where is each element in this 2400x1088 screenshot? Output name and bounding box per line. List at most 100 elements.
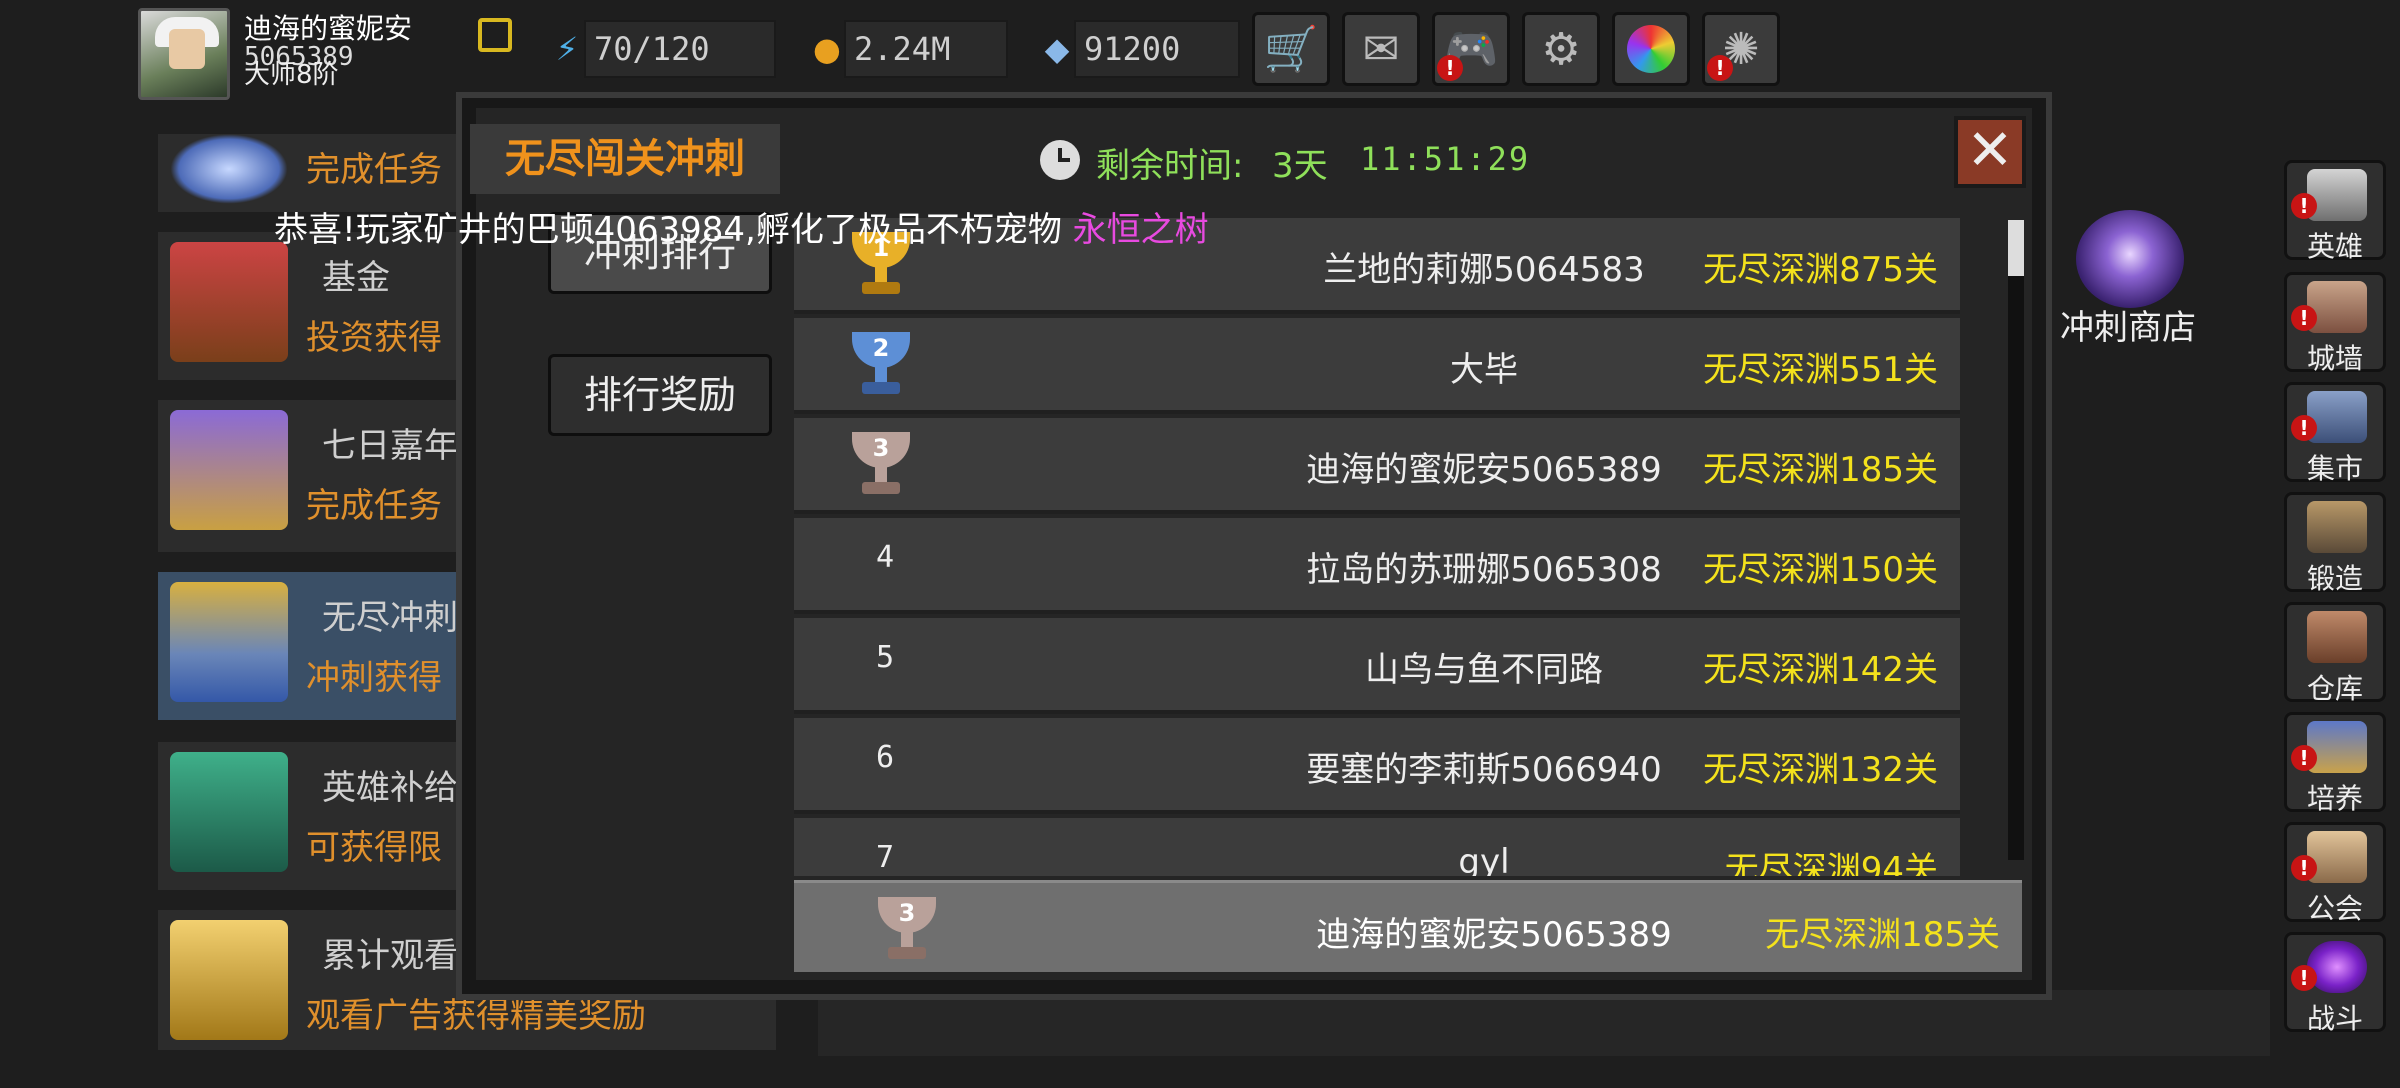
energy-value: 70/120 [594,30,710,68]
timer-label: 剩余时间: [1096,146,1244,186]
score-cell: 无尽深渊185关 [1703,450,1938,490]
rank-number: 4 [875,540,895,575]
silver-trophy-icon: 2 [846,328,916,402]
bronze-trophy-icon: 3 [872,893,942,967]
alert-badge: ! [1707,55,1733,81]
list-item-subtitle: 完成任务 [306,150,442,190]
player-rank: 大师8阶 [244,60,339,90]
table-row: 4 拉岛的苏珊娜5065308 无尽深渊150关 [794,518,1960,614]
wall-icon [2307,281,2367,333]
side-menu-guild[interactable]: ! 公会 [2284,822,2386,925]
warehouse-icon [2307,611,2367,663]
broadcast-highlight: 永恒之树 [1072,210,1209,250]
side-menu-warehouse[interactable]: 仓库 [2284,602,2386,705]
guild-icon [2307,831,2367,883]
side-menu-label: 城墙 [2306,342,2363,375]
gem-value: 91200 [1084,30,1181,68]
broadcast-text: 恭喜!玩家矿井的巴顿4063984,孵化了极品不朽宠物 [274,210,1062,250]
anvil-icon [2307,501,2367,553]
rank-number: 7 [875,840,895,875]
side-menu-cultivate[interactable]: ! 培养 [2284,712,2386,815]
helmet-icon [2307,169,2367,221]
gem-display: ◆ 91200 [1045,20,1240,78]
side-menu-market[interactable]: ! 集市 [2284,382,2386,485]
market-icon [2307,391,2367,443]
list-item-title: 基金 [322,258,390,298]
treasure-hunter-icon [170,242,288,362]
score-cell: 无尽深渊142关 [1703,650,1938,690]
alert-badge: ! [2291,855,2317,881]
clock-icon [1040,140,1080,180]
side-menu-battle[interactable]: ! 战斗 [2284,932,2386,1035]
scrollbar-thumb[interactable] [2008,220,2024,276]
bronze-trophy-icon: 3 [846,428,916,502]
alert-badge: ! [2291,745,2317,771]
shop-cart-button[interactable]: 🛒 [1252,12,1330,86]
alert-badge: ! [2291,965,2317,991]
my-score-cell: 无尽深渊185关 [1765,915,2000,955]
dialog-title: 无尽闯关冲刺 [470,124,780,194]
side-menu-label: 英雄 [2306,230,2363,263]
list-item-title: 无尽冲刺 [322,598,458,638]
player-avatar[interactable] [138,8,230,100]
game-button[interactable]: 🎮 ! [1432,12,1510,86]
score-cell: 无尽深渊150关 [1703,550,1938,590]
castle-crest-icon [170,582,288,702]
timer-clock: 11:51:29 [1360,140,1531,178]
rank-number: 5 [875,640,895,675]
diamond-icon: ◆ [1044,30,1070,68]
broadcast-message: 恭喜!玩家矿井的巴顿4063984,孵化了极品不朽宠物 永恒之树 [274,202,1209,251]
alert-badge: ! [2291,193,2317,219]
side-menu-label: 仓库 [2306,672,2363,705]
ranking-list[interactable]: 1 兰地的莉娜5064583 无尽深渊875关 2 大毕 无尽深渊551关 3 … [794,218,1960,876]
list-item-subtitle: 冲刺获得 [306,658,442,698]
mail-icon: ✉ [1362,23,1400,75]
list-item-subtitle: 投资获得 [306,318,442,358]
color-wheel-button[interactable] [1612,12,1690,86]
list-item-title: 英雄补给 [322,768,458,808]
chest-icon [170,410,288,530]
side-menu-label: 培养 [2306,782,2363,815]
golden-chest-icon [170,920,288,1040]
crystal-icon [170,134,288,204]
fireworks-button[interactable]: ✺ ! [1702,12,1780,86]
energy-display: ⚡ 70/120 [556,20,776,78]
score-cell: 无尽深渊551关 [1703,350,1938,390]
lightning-icon: ⚡ [555,30,579,68]
close-button[interactable]: ✕ [1954,116,2026,188]
score-cell: 无尽深渊132关 [1703,750,1938,790]
list-item-subtitle: 可获得限 [306,828,442,868]
side-menu-heroes[interactable]: ! 英雄 [2284,160,2386,263]
color-wheel-icon [1627,25,1675,73]
gold-value: 2.24M [854,30,951,68]
mail-button[interactable]: ✉ [1342,12,1420,86]
side-menu-wall[interactable]: ! 城墙 [2284,272,2386,375]
side-menu-forge[interactable]: 锻造 [2284,492,2386,595]
list-item-title: 累计观看 [322,936,458,976]
player-name: 迪海的蜜妮安 [244,12,413,45]
portal-icon [2307,941,2367,993]
table-row: 2 大毕 无尽深渊551关 [794,318,1960,414]
tab-ranking-rewards[interactable]: 排行奖励 [548,354,772,436]
sprint-shop-label[interactable]: 冲刺商店 [2060,300,2196,349]
side-menu-label: 公会 [2306,892,2363,925]
side-menu-label: 锻造 [2306,562,2363,595]
alert-badge: ! [1437,55,1463,81]
supply-box-icon [170,752,288,872]
sprint-shop-icon[interactable] [2076,210,2184,308]
gold-display: ● 2.24M [813,20,1008,78]
alert-badge: ! [2291,415,2317,441]
timer-days: 3天 [1272,146,1328,186]
edit-name-icon[interactable] [478,18,512,52]
side-menu-label: 战斗 [2306,1002,2363,1035]
score-cell: 无尽深渊94关 [1724,850,1938,876]
shopping-cart-icon: 🛒 [1263,24,1319,75]
close-icon: ✕ [1966,118,2014,183]
gold-coin-icon: ● [813,30,841,68]
settings-button[interactable]: ⚙ [1522,12,1600,86]
gear-icon: ⚙ [1541,23,1581,75]
scrollbar-track[interactable] [2008,220,2024,860]
list-item-title: 七日嘉年 [322,426,458,466]
my-ranking-row: 3 迪海的蜜妮安5065389 无尽深渊185关 [794,880,2022,972]
table-row: 6 要塞的李莉斯5066940 无尽深渊132关 [794,718,1960,814]
